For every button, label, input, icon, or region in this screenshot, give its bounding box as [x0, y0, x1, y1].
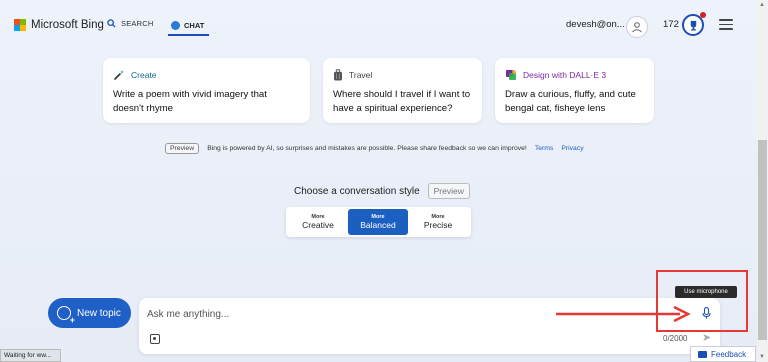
luggage-icon: [334, 69, 342, 81]
feedback-button[interactable]: Feedback: [690, 346, 756, 362]
style-option-creative[interactable]: More Creative: [288, 209, 348, 235]
card-text: Write a poem with vivid imagery that doe…: [113, 89, 267, 114]
feedback-icon: [698, 350, 707, 358]
send-icon[interactable]: ➤: [702, 331, 711, 344]
card-text: Where should I travel if I want to have …: [333, 89, 471, 114]
suggestion-card-travel[interactable]: Travel Where should I travel if I want t…: [323, 58, 482, 123]
page-scrollbar[interactable]: ▲ ▼: [757, 0, 768, 362]
scroll-down-icon[interactable]: ▼: [759, 354, 765, 360]
magic-wand-icon: [113, 70, 124, 81]
new-topic-label: New topic: [77, 307, 121, 319]
paint-icon: [506, 70, 516, 80]
style-option-label: Precise: [423, 220, 453, 230]
style-option-balanced[interactable]: More Balanced: [348, 209, 408, 235]
suggestion-card-create[interactable]: Create Write a poem with vivid imagery t…: [103, 58, 310, 123]
preview-badge: Preview: [165, 143, 200, 154]
user-icon: [632, 22, 642, 33]
notification-dot: [700, 12, 706, 18]
card-label: Design with DALL·E 3: [523, 70, 607, 80]
rewards-points: 172: [663, 19, 679, 30]
microsoft-logo-icon: [14, 19, 26, 31]
scroll-up-icon[interactable]: ▲: [759, 2, 765, 8]
chat-icon: [171, 20, 180, 30]
annotation-arrow-icon: [556, 305, 691, 323]
style-option-label: Balanced: [360, 220, 396, 230]
bing-logo[interactable]: Microsoft Bing: [14, 19, 104, 31]
style-option-precise[interactable]: More Precise: [408, 209, 468, 235]
avatar[interactable]: [626, 16, 648, 38]
card-label: Create: [131, 70, 157, 80]
trophy-icon: [690, 20, 696, 31]
brand-name: Microsoft Bing: [31, 19, 104, 31]
terms-link[interactable]: Terms: [535, 145, 554, 152]
hamburger-menu-icon[interactable]: [719, 19, 733, 30]
conversation-style-selector: More Creative More Balanced More Precise: [286, 207, 471, 237]
status-bar: Waiting for ww...: [0, 349, 61, 362]
tab-chat-label: CHAT: [184, 20, 205, 30]
new-topic-icon: [57, 306, 75, 325]
tab-search-label: SEARCH: [121, 19, 154, 28]
search-icon: [107, 19, 116, 28]
tab-search[interactable]: SEARCH: [107, 19, 153, 28]
suggestion-card-design[interactable]: Design with DALL·E 3 Draw a curious, flu…: [495, 58, 654, 123]
conversation-style-title: Choose a conversation style: [294, 185, 420, 197]
preview-badge: Preview: [427, 183, 470, 199]
visual-search-icon[interactable]: [150, 334, 160, 344]
disclaimer-text: Bing is powered by AI, so surprises and …: [207, 145, 527, 152]
character-counter: 0/2000: [663, 334, 688, 343]
chat-input[interactable]: [147, 306, 597, 322]
tab-chat[interactable]: CHAT: [168, 16, 209, 36]
user-name[interactable]: devesh@on...: [566, 19, 625, 30]
style-option-label: Creative: [302, 220, 334, 230]
feedback-label: Feedback: [711, 349, 747, 359]
microphone-tooltip: Use microphone: [675, 286, 737, 298]
disclaimer: Preview Bing is powered by AI, so surpri…: [165, 143, 584, 154]
privacy-link[interactable]: Privacy: [561, 145, 583, 152]
scrollbar-thumb[interactable]: [758, 140, 767, 340]
card-text: Draw a curious, fluffy, and cute bengal …: [505, 89, 636, 114]
conversation-style-heading: Choose a conversation style Preview: [294, 183, 470, 199]
new-topic-button[interactable]: New topic: [48, 298, 131, 328]
card-label: Travel: [349, 70, 373, 80]
